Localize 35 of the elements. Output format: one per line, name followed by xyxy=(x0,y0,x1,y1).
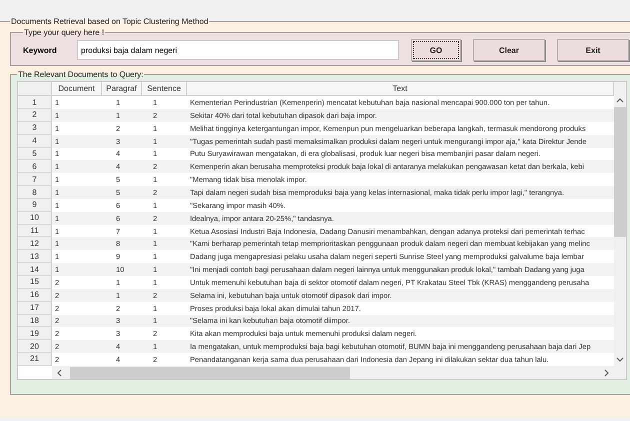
panel-title: Type your query here ! xyxy=(23,28,106,37)
row-number[interactable]: 8 xyxy=(18,186,52,199)
column-header[interactable]: Sentence xyxy=(142,82,187,96)
go-button[interactable]: GO xyxy=(411,39,461,61)
row-number[interactable]: 9 xyxy=(18,198,52,212)
exit-button[interactable]: Exit xyxy=(557,39,629,61)
keyword-field[interactable]: produksi baja dalam negeri xyxy=(77,40,399,60)
row-number[interactable]: 5 xyxy=(18,148,52,160)
row-number[interactable]: 15 xyxy=(18,276,52,289)
row-number[interactable]: 17 xyxy=(18,302,52,315)
horizontal-scrollbar[interactable] xyxy=(52,366,614,380)
row-number[interactable]: 16 xyxy=(18,288,52,302)
row-number[interactable]: 21 xyxy=(18,353,52,366)
row-number[interactable]: 2 xyxy=(18,109,52,122)
row-number[interactable]: 6 xyxy=(18,160,52,174)
column-header[interactable]: Paragraf xyxy=(102,82,142,96)
panel-title: The Relevant Documents to Query: xyxy=(17,70,144,79)
row-number[interactable]: 12 xyxy=(18,237,52,250)
row-number[interactable]: 18 xyxy=(18,314,52,328)
row-number[interactable]: 10 xyxy=(18,212,52,225)
row-number[interactable]: 1 xyxy=(18,96,52,110)
vertical-scrollbar[interactable] xyxy=(614,82,626,379)
column-header[interactable]: Document xyxy=(52,82,102,96)
row-number[interactable]: 4 xyxy=(18,134,52,148)
keyword-label: Keyword xyxy=(23,46,58,54)
row-number[interactable]: 13 xyxy=(18,250,52,264)
column-header[interactable]: Text xyxy=(187,82,614,96)
row-number[interactable]: 19 xyxy=(18,327,52,340)
row-number[interactable]: 3 xyxy=(18,122,52,135)
row-number[interactable]: 14 xyxy=(18,263,52,276)
row-number[interactable]: 7 xyxy=(18,173,52,186)
clear-button[interactable]: Clear xyxy=(473,39,545,61)
row-number[interactable]: 20 xyxy=(18,340,52,354)
panel-title: Documents Retrieval based on Topic Clustering Method xyxy=(10,17,210,26)
row-number[interactable]: 11 xyxy=(18,224,52,238)
